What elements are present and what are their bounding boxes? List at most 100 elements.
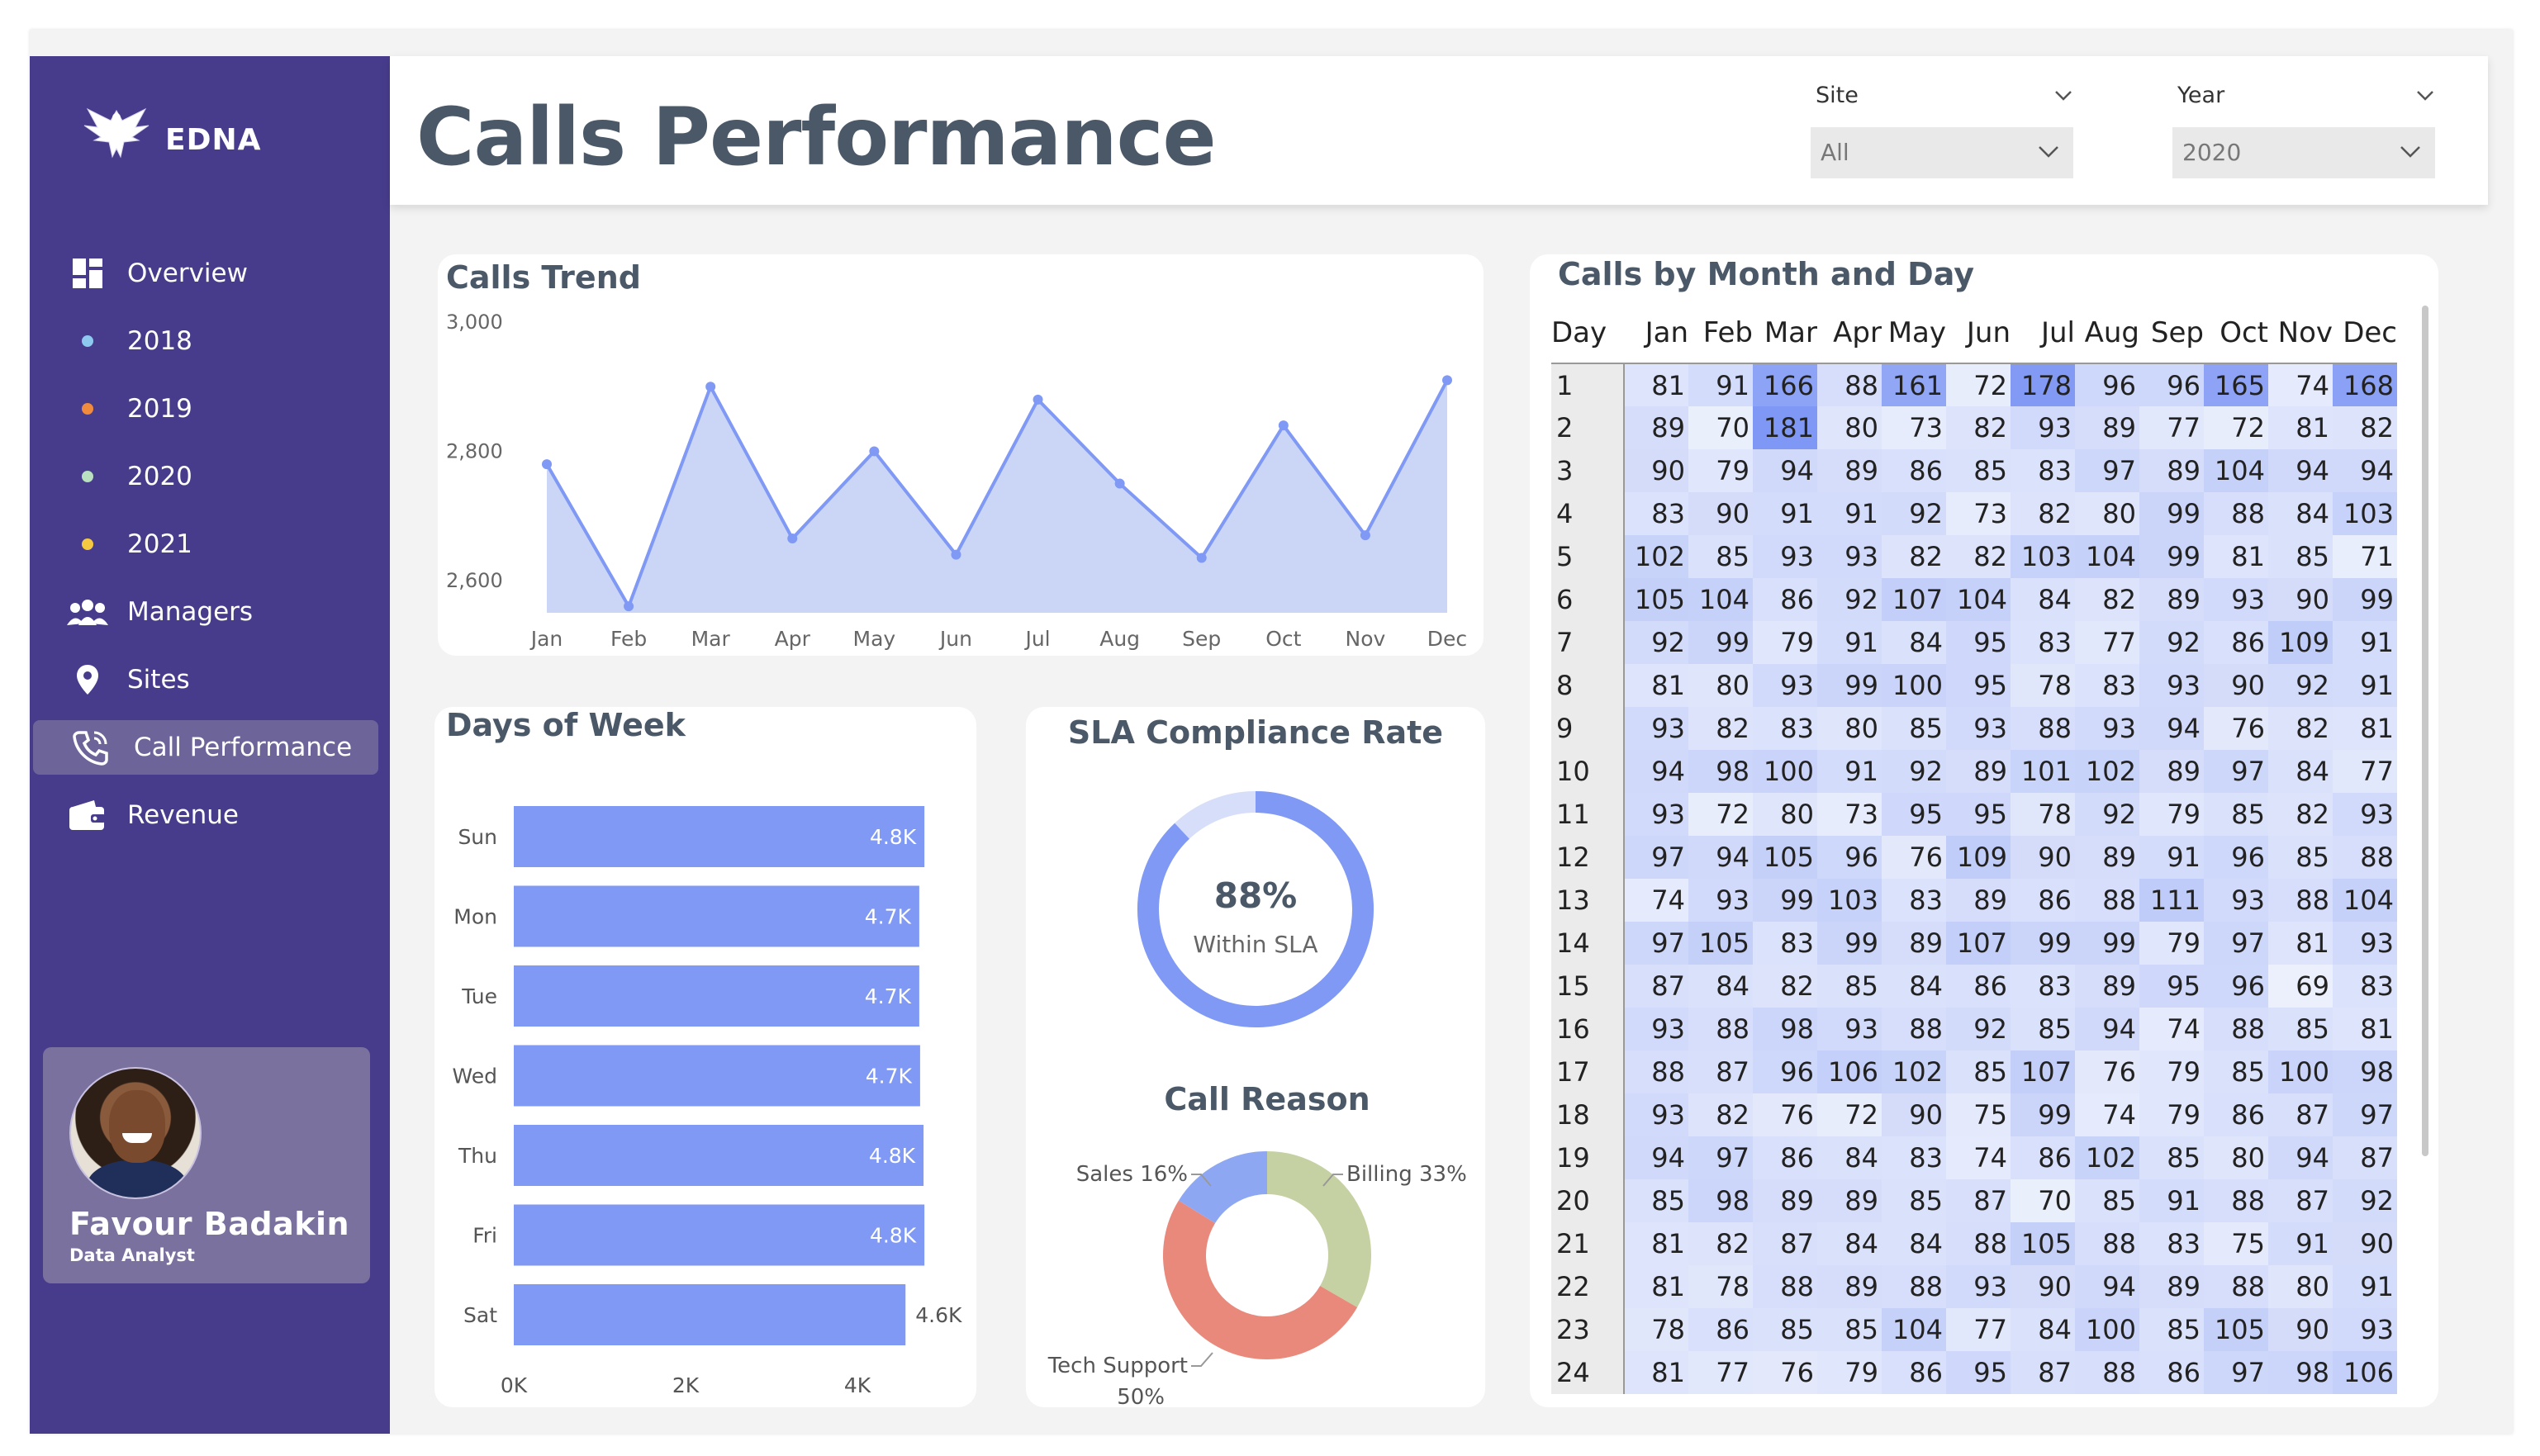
page-title: Calls Performance — [416, 91, 1217, 183]
heatmap-cell: 88 — [2075, 1351, 2139, 1394]
heatmap-cell: 93 — [1753, 664, 1817, 707]
heatmap-cell: 87 — [1946, 1179, 2011, 1222]
column-header[interactable]: Dec — [2333, 302, 2397, 363]
heatmap-cell: 94 — [2075, 1008, 2139, 1051]
heatmap-cell: 88 — [1882, 1265, 1946, 1308]
heatmap-cell: 93 — [2333, 922, 2397, 965]
brand-logo[interactable]: EDNA — [79, 102, 261, 165]
sidebar-item-2018[interactable]: 2018 — [30, 314, 390, 368]
column-header[interactable]: Mar — [1753, 302, 1817, 363]
column-header[interactable]: Sep — [2139, 302, 2204, 363]
column-header[interactable]: May — [1882, 302, 1946, 363]
heatmap-cell: 85 — [2204, 793, 2268, 836]
column-header[interactable]: Jul — [2011, 302, 2075, 363]
sidebar-item-2019[interactable]: 2019 — [30, 382, 390, 436]
heatmap-cell: 72 — [1688, 793, 1753, 836]
day-cell: 6 — [1551, 578, 1625, 621]
chevron-down-icon — [2400, 146, 2420, 158]
heatmap-cell: 80 — [1753, 793, 1817, 836]
heatmap-cell: 98 — [1753, 1008, 1817, 1051]
x-tick-label: Jul — [1023, 627, 1050, 651]
heatmap-cell: 103 — [2333, 492, 2397, 535]
heatmap-cell: 89 — [1817, 1179, 1882, 1222]
chevron-down-icon[interactable] — [2414, 84, 2437, 107]
y-tick-label: Sun — [458, 825, 497, 849]
heatmap-cell: 88 — [2075, 879, 2139, 922]
heatmap-cell: 85 — [1688, 535, 1753, 578]
heatmap-cell: 102 — [1882, 1051, 1946, 1093]
y-tick-label: Thu — [458, 1144, 497, 1168]
year-filter-dropdown[interactable]: 2020 — [2172, 127, 2435, 178]
column-header[interactable]: Apr — [1817, 302, 1882, 363]
heatmap-cell: 76 — [1882, 836, 1946, 879]
heatmap-cell: 79 — [1753, 621, 1817, 664]
sidebar-item-2020[interactable]: 2020 — [30, 449, 390, 504]
data-point — [951, 549, 961, 560]
heatmap-cell: 81 — [1624, 1351, 1688, 1394]
profile-name: Favour Badakin — [69, 1206, 350, 1242]
x-tick-label: 2K — [672, 1373, 700, 1397]
column-header[interactable]: Jan — [1624, 302, 1688, 363]
sidebar-item-2021[interactable]: 2021 — [30, 517, 390, 571]
scrollbar[interactable] — [2422, 306, 2428, 1156]
heatmap-cell: 94 — [1624, 1136, 1688, 1179]
table-row: 17 88 87 96 106 102 85 107 76 79 85 100 98 — [1551, 1051, 2397, 1093]
bar — [514, 885, 919, 947]
sidebar-item-managers[interactable]: Managers — [30, 585, 390, 639]
heatmap-cell: 89 — [2075, 836, 2139, 879]
heatmap-cell: 96 — [2075, 363, 2139, 406]
table-row: 18 93 82 76 72 90 75 99 74 79 86 87 97 — [1551, 1093, 2397, 1136]
sidebar-item-revenue[interactable]: Revenue — [30, 788, 390, 842]
chevron-down-icon[interactable] — [2052, 84, 2075, 107]
sla-label: Within SLA — [1193, 931, 1317, 958]
table-row: 15 87 84 82 85 84 86 83 89 95 96 69 83 — [1551, 965, 2397, 1008]
column-header[interactable]: Day — [1551, 302, 1624, 363]
heatmap-cell: 85 — [2268, 535, 2333, 578]
heatmap-cell: 86 — [2204, 621, 2268, 664]
heatmap-cell: 72 — [2204, 406, 2268, 449]
heatmap-cell: 96 — [2139, 363, 2204, 406]
heatmap-cell: 106 — [2333, 1351, 2397, 1394]
column-header[interactable]: Aug — [2075, 302, 2139, 363]
heatmap-cell: 104 — [1946, 578, 2011, 621]
sidebar-item-call-performance[interactable]: Call Performance — [33, 720, 378, 775]
area-fill — [547, 380, 1447, 613]
heatmap-cell: 96 — [1753, 1051, 1817, 1093]
table-row: 12 97 94 105 96 76 109 90 89 91 96 85 88 — [1551, 836, 2397, 879]
heatmap-cell: 85 — [2011, 1008, 2075, 1051]
column-header[interactable]: Jun — [1946, 302, 2011, 363]
bar — [514, 1204, 925, 1266]
heatmap-cell: 82 — [2011, 492, 2075, 535]
heatmap-cell: 70 — [2011, 1179, 2075, 1222]
sidebar-item-label: Revenue — [127, 800, 240, 830]
leader-line — [1191, 1352, 1213, 1367]
bar — [514, 806, 925, 867]
heatmap-cell: 100 — [1753, 750, 1817, 793]
heatmap-cell: 77 — [2333, 750, 2397, 793]
heatmap-cell: 83 — [2011, 449, 2075, 492]
heatmap-cell: 80 — [2204, 1136, 2268, 1179]
heatmap-cell: 85 — [2268, 1008, 2333, 1051]
heatmap-cell: 92 — [1882, 492, 1946, 535]
site-filter-dropdown[interactable]: All — [1811, 127, 2073, 178]
days-of-week-chart: Sun 4.8K Mon 4.7K Tue 4.7K Wed 4.7K Thu 4.8K Fri 4.… — [452, 806, 962, 1397]
heatmap-cell: 84 — [1882, 621, 1946, 664]
day-cell: 20 — [1551, 1179, 1625, 1222]
heatmap-cell: 79 — [1688, 449, 1753, 492]
heatmap-cell: 84 — [1688, 965, 1753, 1008]
heatmap-cell: 83 — [2075, 664, 2139, 707]
heatmap-cell: 94 — [2268, 449, 2333, 492]
table-row: 11 93 72 80 73 95 95 78 92 79 85 82 93 — [1551, 793, 2397, 836]
column-header[interactable]: Nov — [2268, 302, 2333, 363]
column-header[interactable]: Feb — [1688, 302, 1753, 363]
data-point — [624, 601, 634, 612]
table-row: 10 94 98 100 91 92 89 101 102 89 97 84 77 — [1551, 750, 2397, 793]
heatmap-cell: 87 — [2011, 1351, 2075, 1394]
sidebar-item-label: 2020 — [127, 462, 192, 491]
sidebar-item-overview[interactable]: Overview — [30, 246, 390, 301]
heatmap-cell: 83 — [2011, 965, 2075, 1008]
sidebar-item-sites[interactable]: Sites — [30, 652, 390, 707]
column-header[interactable]: Oct — [2204, 302, 2268, 363]
heatmap-cell: 82 — [1688, 1093, 1753, 1136]
heatmap-cell: 85 — [1753, 1308, 1817, 1351]
